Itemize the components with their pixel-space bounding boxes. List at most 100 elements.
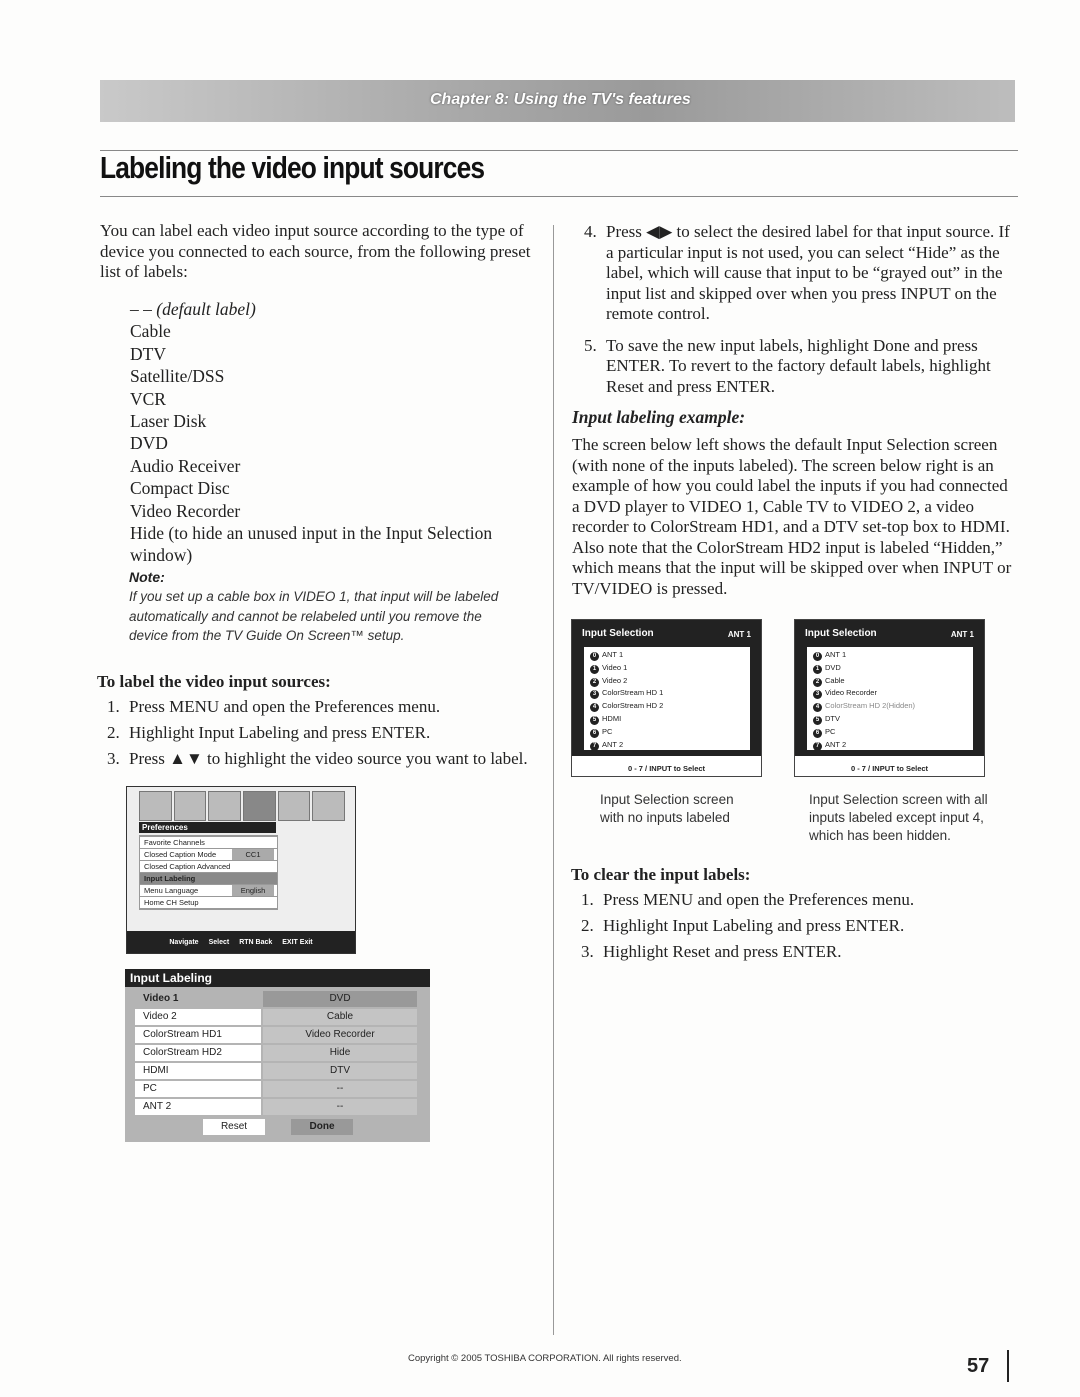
tv-icon [173,791,207,821]
input-number-icon: 2 [813,677,822,687]
menu-item[interactable]: Closed Caption Mode CC1 [140,849,277,860]
step-text: Press MENU and open the Preferences menu… [603,890,915,909]
step-text: Highlight Reset and press ENTER. [603,942,842,961]
preferences-title: Preferences [139,822,276,833]
input-labeling-screen: Input Labeling Reset Done Video 1 DVD Vide… [125,969,430,1142]
copyright: Copyright © 2005 TOSHIBA CORPORATION. Al… [408,1353,682,1364]
step-text: Highlight Input Labeling and press ENTER… [129,723,431,742]
chapter-title: Chapter 8: Using the TV's features [430,91,691,108]
input-item[interactable]: 6 PC [813,727,835,738]
label-option: Audio Receiver [130,455,241,476]
done-button[interactable]: Done [291,1119,353,1135]
step-item: 4. Press ◀▶ to select the desired label f… [584,222,1016,325]
setup-icon [312,791,346,821]
step-text: Press ▲▼ to highlight the video source y… [129,749,528,768]
input-number-icon: 1 [590,664,599,674]
input-item[interactable]: 3 ColorStream HD 1 [590,688,663,700]
chapter-banner: Chapter 8: Using the TV's features [100,80,1015,122]
labeling-row[interactable]: Video 2 Cable [135,1009,419,1025]
input-item[interactable]: 2 Video 2 [590,676,627,687]
menu-icon-bar [139,791,346,821]
labeling-row[interactable]: ColorStream HD1 Video Recorder [135,1027,419,1043]
footer-hint: EXIT Exit [282,938,313,946]
reset-button[interactable]: Reset [203,1119,265,1135]
input-item-label: DTV [825,714,840,723]
step-number: 4. [584,222,597,241]
input-name: Video 2 [135,1009,261,1025]
step-number: 2. [581,916,594,935]
labeling-row[interactable]: ANT 2 -- [135,1099,419,1115]
input-item-label: ColorStream HD 2(Hidden) [825,701,916,711]
menu-footer: Navigate Select RTN Back EXIT Exit [127,931,355,953]
label-option: Cable [130,321,171,342]
step-number: 1. [581,890,594,909]
input-item[interactable]: 7 ANT 2 [590,740,623,751]
input-label: Video Recorder [263,1027,417,1043]
input-number-icon: 3 [813,690,822,700]
input-selection-labeled-screen: Input Selection ANT 1 0 ANT 1 1 DVD 2 Cable 3 Vid… [794,619,985,777]
label-list: – – (default label) Cable DTV Satellite/DSS… [130,298,510,567]
page-title: Labeling the video input sources [100,150,485,185]
menu-item[interactable]: Favorite Channels [140,837,277,848]
input-list: 0 ANT 1 1 DVD 2 Cable 3 Video Recorder 4 ColorStr… [807,647,973,751]
input-item-label: ANT 1 [602,650,624,659]
input-item-label: HDMI [602,714,622,723]
menu-item[interactable]: Closed Caption Advanced [140,861,277,872]
step-text: Highlight Input Labeling and press ENTER… [603,916,905,935]
input-item[interactable]: 1 DVD [813,663,841,674]
label-option: Laser Disk [130,411,207,432]
input-list: 0 ANT 1 1 Video 1 2 Video 2 3 ColorStream HD 14… [584,647,750,751]
input-item[interactable]: 0 ANT 1 [813,650,846,661]
step-number: 1. [107,697,120,716]
input-item[interactable]: 5 DTV [813,714,840,725]
input-number-icon: 5 [590,716,599,725]
step-item: 3. Press ▲▼ to highlight the video source… [107,749,537,770]
input-label: -- [263,1099,417,1115]
steps-list: 1. Press MENU and open the Preferences me… [107,697,537,775]
menu-item-label: Favorite Channels [144,838,205,847]
menu-item-label: Closed Caption Advanced [144,862,231,871]
intro-text: You can label each video input source ac… [100,221,531,281]
picture-icon [139,791,172,821]
input-number-icon: 7 [813,741,822,751]
input-item[interactable]: 4 ColorStream HD 2(Hidden) [813,701,916,713]
menu-item[interactable]: Menu Language English [140,885,277,896]
step-item: 2. Highlight Input Labeling and press ENT… [581,916,1011,937]
labeling-row[interactable]: Video 1 DVD [135,991,419,1007]
input-item[interactable]: 3 Video Recorder [813,688,877,700]
label-option: DVD [130,433,168,454]
step-number: 5. [584,335,597,355]
menu-item[interactable]: Input Labeling [140,873,277,884]
input-item[interactable]: 4 ColorStream HD 2 [590,701,663,713]
divider [100,196,1018,197]
step-text: To save the new input labels, highlight … [606,335,991,396]
input-number-icon: 4 [813,703,822,713]
input-number-icon: 5 [813,716,822,725]
input-item[interactable]: 7 ANT 2 [813,740,846,751]
input-item[interactable]: 5 HDMI [590,714,621,725]
input-name: ANT 2 [135,1099,261,1115]
input-name: HDMI [135,1063,261,1079]
input-item-label: PC [602,726,613,736]
input-number-icon: 6 [590,728,599,738]
input-item[interactable]: 0 ANT 1 [590,650,623,661]
step-number: 2. [107,723,120,742]
input-item[interactable]: 1 Video 1 [590,663,627,674]
screen-header: Input Selection ANT 1 0 ANT 1 1 DVD 2 Cable 3 Vid… [795,620,984,756]
labeling-row[interactable]: PC -- [135,1081,419,1097]
input-item[interactable]: 2 Cable [813,676,845,687]
current-input: ANT 1 [727,630,751,639]
example-heading: Input labeling example: [572,407,746,427]
input-name: PC [135,1081,261,1097]
labeling-row[interactable]: HDMI DTV [135,1063,419,1079]
note-text: If you set up a cable box in VIDEO 1, th… [129,589,499,643]
step-number: 3. [581,942,594,961]
menu-item[interactable]: Home CH Setup [140,897,277,908]
labeling-row[interactable]: ColorStream HD2 Hide [135,1045,419,1061]
menu-item-label: Home CH Setup [144,898,199,907]
step-text: Press ◀▶ to select the desired label for… [606,222,1010,323]
step-item: 2. Highlight Input Labeling and press ENT… [107,723,537,744]
menu-item-value: CC1 [232,849,274,860]
input-item[interactable]: 6 PC [590,727,612,738]
step-item: 1. Press MENU and open the Preferences me… [581,890,1011,911]
